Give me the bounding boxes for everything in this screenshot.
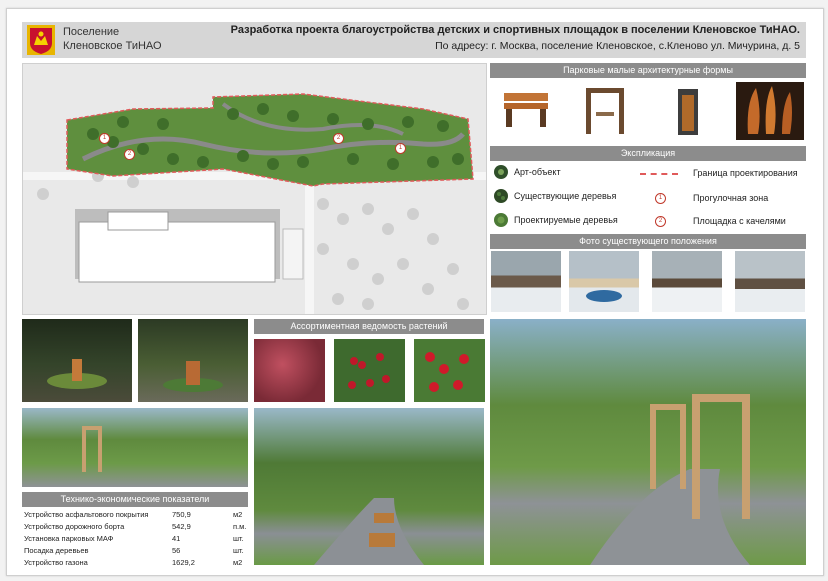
small-forms-header: Парковые малые архитектурные формы — [490, 63, 806, 78]
render-night-2 — [138, 319, 248, 402]
swing-area-marker-icon: 2 — [655, 216, 666, 227]
existing-photos-header: Фото существующего положения — [490, 234, 806, 249]
swing-image — [580, 82, 630, 138]
art-object-image — [736, 82, 804, 140]
indicator-unit-1: м2 — [233, 510, 243, 519]
existing-photo-4 — [735, 251, 805, 312]
art-object-icon — [494, 165, 508, 179]
plant-photo-2 — [334, 339, 405, 402]
municipality-line2: Кленовское ТиНАО — [63, 40, 162, 52]
plan-marker-2: 2 — [124, 149, 135, 160]
coat-of-arms-icon — [27, 25, 55, 55]
legend-art-object: Арт-объект — [514, 167, 561, 177]
plant-photo-3 — [414, 339, 485, 402]
indicator-value-5: 1629,2 — [172, 558, 195, 567]
legend-swing-area: Площадка с качелями — [693, 216, 786, 226]
legend-existing-trees: Существующие деревья — [514, 191, 617, 201]
legend-boundary: Граница проектирования — [693, 168, 798, 178]
explication-header: Экспликация — [490, 146, 806, 161]
master-plan-drawing — [23, 64, 486, 314]
indicators-header: Технико-экономические показатели — [22, 492, 248, 507]
render-alley-benches — [254, 408, 484, 565]
boundary-line-icon — [640, 173, 678, 175]
indicator-unit-5: м2 — [233, 558, 243, 567]
plant-photo-1 — [254, 339, 325, 402]
indicator-unit-4: шт. — [233, 546, 244, 555]
indicator-name-4: Посадка деревьев — [24, 546, 89, 555]
bin-image — [668, 85, 708, 137]
indicator-unit-2: п.м. — [233, 522, 247, 531]
project-title: Разработка проекта благоустройства детск… — [230, 24, 800, 36]
indicator-value-3: 41 — [172, 534, 181, 543]
title-bar: Поселение Кленовское ТиНАО Разработка пр… — [22, 22, 806, 58]
municipality-line1: Поселение — [63, 26, 120, 38]
master-plan: 1 2 2 1 — [22, 63, 487, 315]
indicator-value-1: 750,9 — [172, 510, 191, 519]
planned-tree-icon — [494, 213, 508, 227]
indicator-name-2: Устройство дорожного борта — [24, 522, 125, 531]
bench-image — [496, 85, 556, 135]
existing-tree-icon — [494, 189, 508, 203]
render-park-swing — [22, 408, 248, 487]
indicator-name-1: Устройство асфальтового покрытия — [24, 510, 149, 519]
indicator-value-2: 542,9 — [172, 522, 191, 531]
indicator-name-5: Устройство газона — [24, 558, 88, 567]
municipality-name: Поселение Кленовское ТиНАО — [63, 25, 162, 53]
plan-marker-1: 1 — [99, 133, 110, 144]
existing-photo-1 — [491, 251, 561, 312]
walk-zone-marker-icon: 1 — [655, 193, 666, 204]
existing-photo-3 — [652, 251, 722, 312]
render-night-1 — [22, 319, 132, 402]
plants-header: Ассортиментная ведомость растений — [254, 319, 484, 334]
project-address: По адресу: г. Москва, поселение Кленовск… — [435, 40, 800, 52]
plan-marker-4: 1 — [395, 143, 406, 154]
existing-photo-2 — [569, 251, 639, 312]
legend-planned-trees: Проектируемые деревья — [514, 215, 618, 225]
legend-walk-zone: Прогулочная зона — [693, 193, 769, 203]
plan-marker-3: 2 — [333, 133, 344, 144]
render-alley-swings — [490, 319, 806, 565]
indicator-name-3: Установка парковых МАФ — [24, 534, 114, 543]
indicator-value-4: 56 — [172, 546, 181, 555]
indicator-unit-3: шт. — [233, 534, 244, 543]
